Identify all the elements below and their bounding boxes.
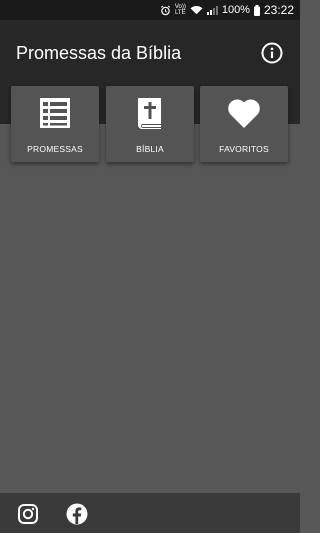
tile-label: PROMESSAS xyxy=(27,144,83,154)
app-title: Promessas da Bíblia xyxy=(16,43,182,63)
tile-biblia[interactable]: BÍBLIA xyxy=(106,86,194,162)
info-icon[interactable] xyxy=(261,42,283,64)
instagram-icon[interactable] xyxy=(17,503,39,525)
clock: 23:22 xyxy=(263,3,294,17)
tile-label: BÍBLIA xyxy=(136,144,164,154)
alarm-icon xyxy=(160,5,171,16)
heart-icon xyxy=(200,96,288,130)
signal-icon xyxy=(206,5,218,15)
bible-icon xyxy=(106,96,194,130)
battery-icon xyxy=(253,4,260,16)
tile-label: FAVORITOS xyxy=(219,144,269,154)
list-icon xyxy=(11,96,99,130)
battery-percent: 100% xyxy=(221,4,250,16)
tile-favoritos[interactable]: FAVORITOS xyxy=(200,86,288,162)
facebook-icon[interactable] xyxy=(66,503,88,525)
wifi-icon xyxy=(190,5,203,15)
status-bar: Vo)) LTE 100% 23:22 xyxy=(0,0,300,20)
bottom-bar xyxy=(0,493,300,533)
volte-indicator: Vo)) LTE xyxy=(174,4,186,16)
tile-promessas[interactable]: PROMESSAS xyxy=(11,86,99,162)
